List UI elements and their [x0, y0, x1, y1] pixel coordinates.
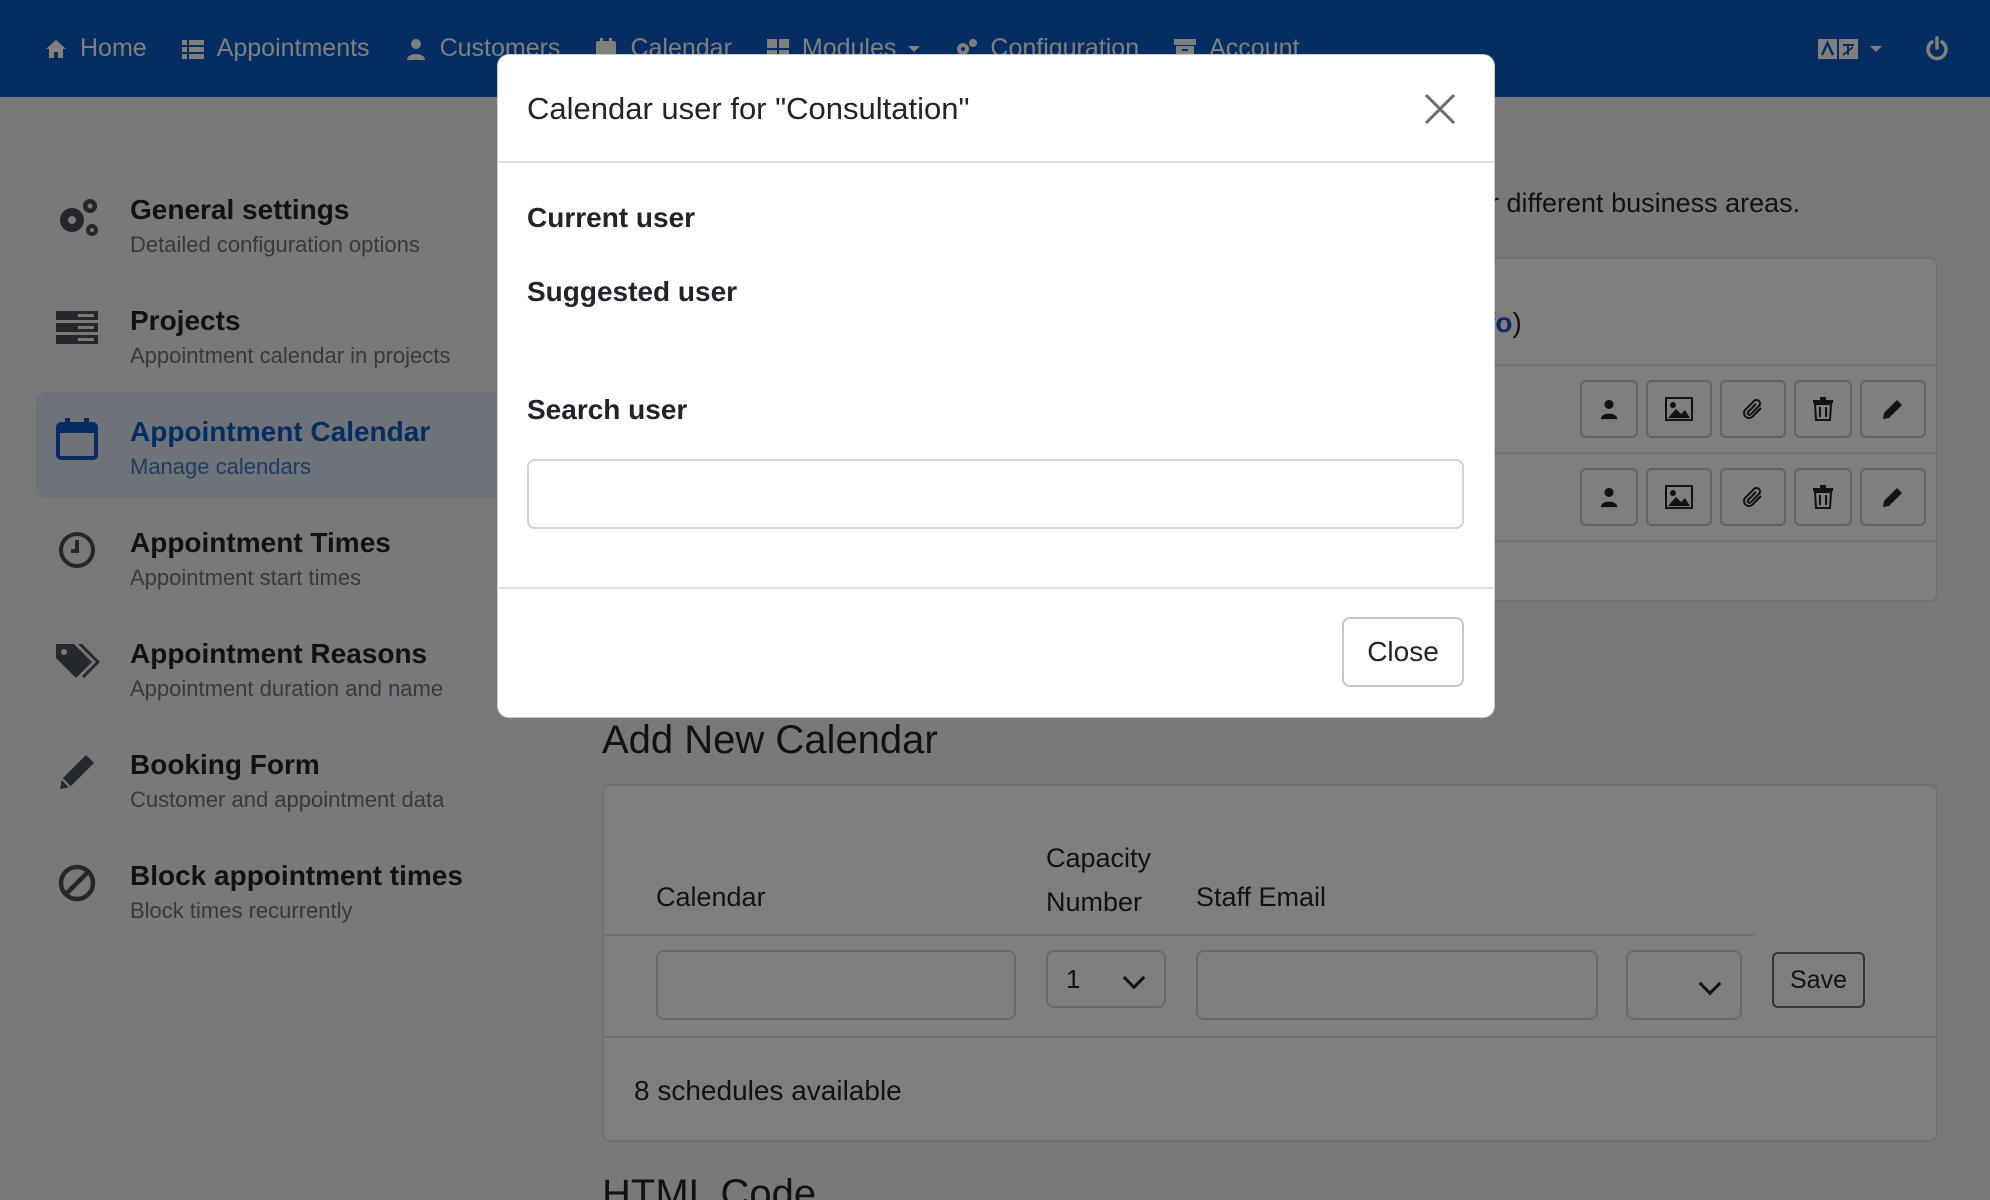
suggested-user-label: Suggested user	[527, 276, 738, 307]
modal-title: Calendar user for "Consultation"	[527, 91, 970, 126]
modal-close-button[interactable]	[1416, 85, 1464, 133]
close-button[interactable]: Close	[1342, 617, 1464, 687]
close-icon	[1424, 93, 1456, 125]
calendar-user-modal: Calendar user for "Consultation" Current…	[497, 54, 1495, 718]
search-user-input[interactable]	[527, 459, 1464, 529]
search-user-label: Search user	[527, 394, 688, 425]
modal-header: Calendar user for "Consultation"	[498, 55, 1494, 163]
modal-body: Current user Suggested user Search user	[498, 163, 1494, 589]
current-user-label: Current user	[527, 202, 696, 233]
